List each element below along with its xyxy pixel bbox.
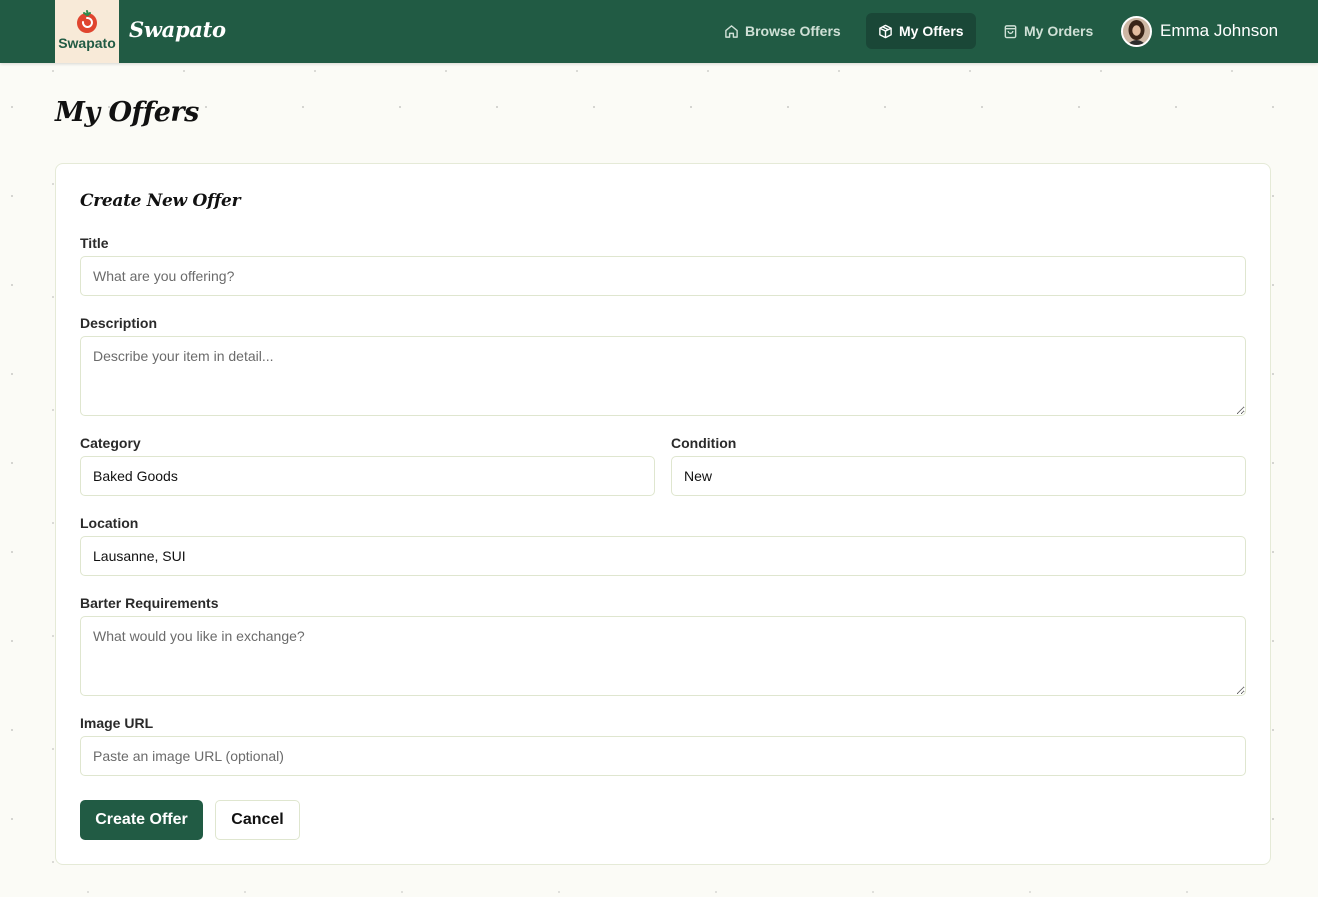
title-input[interactable] (80, 256, 1246, 296)
condition-input[interactable] (671, 456, 1246, 496)
description-label: Description (80, 315, 158, 331)
form-heading: Create New Offer (80, 191, 241, 211)
nav-my-orders[interactable]: My Orders (991, 13, 1105, 49)
nav-my-offers-label: My Offers (899, 23, 964, 39)
category-input[interactable] (80, 456, 655, 496)
create-offer-form: Create New Offer Title Description Categ… (55, 163, 1271, 865)
top-navigation-bar: Swapato Swapato Browse Offers My Offers … (0, 0, 1318, 63)
nav-browse-offers-label: Browse Offers (745, 23, 841, 39)
nav-my-orders-label: My Orders (1024, 23, 1094, 39)
location-label: Location (80, 515, 139, 531)
logo[interactable]: Swapato (55, 0, 119, 63)
home-icon (725, 24, 738, 38)
nav-my-offers[interactable]: My Offers (866, 13, 976, 49)
tomato-icon (77, 10, 97, 33)
shopping-bag-icon (1004, 24, 1017, 38)
barter-requirements-label: Barter Requirements (80, 595, 219, 611)
user-photo-icon (1123, 18, 1150, 45)
description-textarea[interactable] (80, 336, 1246, 416)
category-label: Category (80, 435, 141, 451)
user-name[interactable]: Emma Johnson (1160, 21, 1278, 41)
page-title: My Offers (55, 97, 199, 128)
image-url-label: Image URL (80, 715, 154, 731)
logo-text: Swapato (58, 35, 116, 51)
location-input[interactable] (80, 536, 1246, 576)
nav-browse-offers[interactable]: Browse Offers (712, 13, 853, 49)
box-icon (879, 24, 892, 38)
cancel-button[interactable]: Cancel (215, 800, 300, 840)
avatar[interactable] (1121, 16, 1152, 47)
create-offer-button[interactable]: Create Offer (80, 800, 203, 840)
condition-label: Condition (671, 435, 737, 451)
brand-name[interactable]: Swapato (129, 17, 226, 42)
image-url-input[interactable] (80, 736, 1246, 776)
barter-requirements-textarea[interactable] (80, 616, 1246, 696)
title-label: Title (80, 235, 109, 251)
